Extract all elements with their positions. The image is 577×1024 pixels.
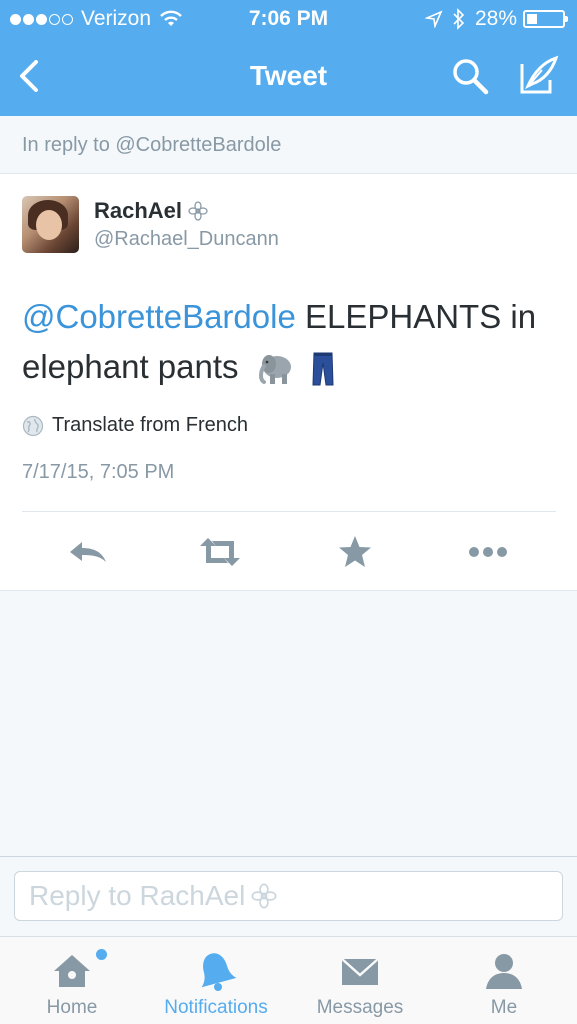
tab-me-label: Me	[490, 997, 518, 1018]
tweet-timestamp: 7/17/15, 7:05 PM	[22, 461, 175, 483]
tab-home-label: Home	[46, 997, 98, 1018]
bluetooth-icon	[453, 8, 465, 30]
home-badge-dot	[96, 949, 107, 960]
tab-messages-label: Messages	[316, 997, 404, 1018]
more-icon[interactable]	[466, 530, 510, 574]
divider	[22, 511, 556, 512]
globe-icon	[22, 415, 44, 436]
reply-placeholder: Reply to RachAel	[29, 880, 246, 911]
tweet-card: RachAel @Rachael_Duncann @CobretteBardol…	[0, 174, 577, 591]
tab-me[interactable]: Me	[432, 937, 576, 1024]
battery-percent: 28%	[474, 7, 517, 30]
avatar[interactable]	[22, 196, 79, 253]
tab-bar: Home Notifications Messages Me	[0, 936, 577, 1024]
location-arrow-icon	[424, 10, 443, 28]
home-icon	[54, 955, 90, 987]
author-name-text: RachAel	[94, 198, 183, 223]
tweet-text: @CobretteBardole ELEPHANTS in elephant p…	[22, 292, 562, 392]
reply-context-text: In reply to @CobretteBardole	[22, 134, 282, 156]
reply-context-banner[interactable]: In reply to @CobretteBardole	[0, 116, 577, 174]
reply-composer: Reply to RachAel	[0, 856, 577, 936]
retweet-icon[interactable]	[198, 530, 242, 574]
mention-link[interactable]: @CobretteBardole	[22, 298, 296, 335]
flower-icon	[251, 883, 277, 909]
flower-icon	[188, 201, 208, 221]
jeans-icon	[312, 352, 334, 386]
page-title: Tweet	[249, 60, 328, 91]
battery-icon	[523, 10, 568, 28]
tab-messages[interactable]: Messages	[288, 937, 432, 1024]
reply-input[interactable]: Reply to RachAel	[14, 871, 563, 921]
author-name[interactable]: RachAel	[94, 198, 208, 224]
bell-icon	[201, 953, 237, 991]
status-bar: Verizon 7:06 PM 28%	[0, 0, 577, 38]
status-right: 28%	[424, 7, 568, 31]
envelope-icon	[341, 958, 379, 985]
translate-link[interactable]: Translate from French	[22, 414, 248, 437]
tab-home[interactable]: Home	[0, 937, 144, 1024]
favorite-icon[interactable]	[333, 530, 377, 574]
author-handle[interactable]: @Rachael_Duncann	[94, 228, 279, 251]
tab-notifications[interactable]: Notifications	[144, 937, 288, 1024]
compose-icon[interactable]	[516, 54, 560, 98]
elephant-icon	[258, 355, 291, 385]
search-icon[interactable]	[450, 56, 490, 96]
nav-bar: Tweet	[0, 38, 577, 116]
header: Verizon 7:06 PM 28% Tweet	[0, 0, 577, 116]
person-icon	[486, 954, 522, 989]
tab-notifications-label: Notifications	[164, 997, 268, 1018]
reply-icon[interactable]	[66, 530, 110, 574]
translate-label: Translate from French	[52, 414, 248, 436]
